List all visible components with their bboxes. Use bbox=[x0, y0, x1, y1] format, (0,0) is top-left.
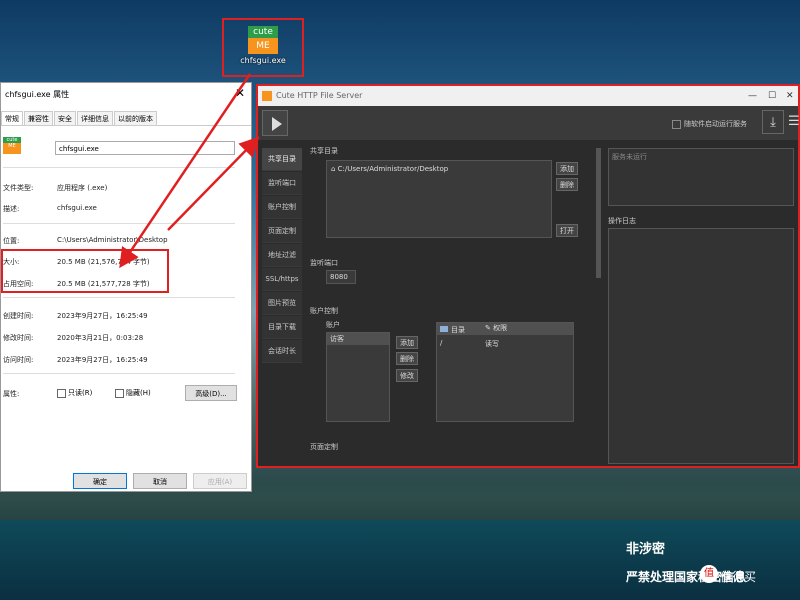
brand-text: 值得买 bbox=[720, 570, 757, 584]
arrow-icon-to-size bbox=[119, 73, 252, 269]
arrow-size-to-window bbox=[167, 136, 260, 231]
watermark-line1: 非涉密 bbox=[626, 542, 666, 557]
annotation-arrows bbox=[119, 73, 260, 269]
brand-logo-icon: 值 bbox=[700, 565, 718, 583]
